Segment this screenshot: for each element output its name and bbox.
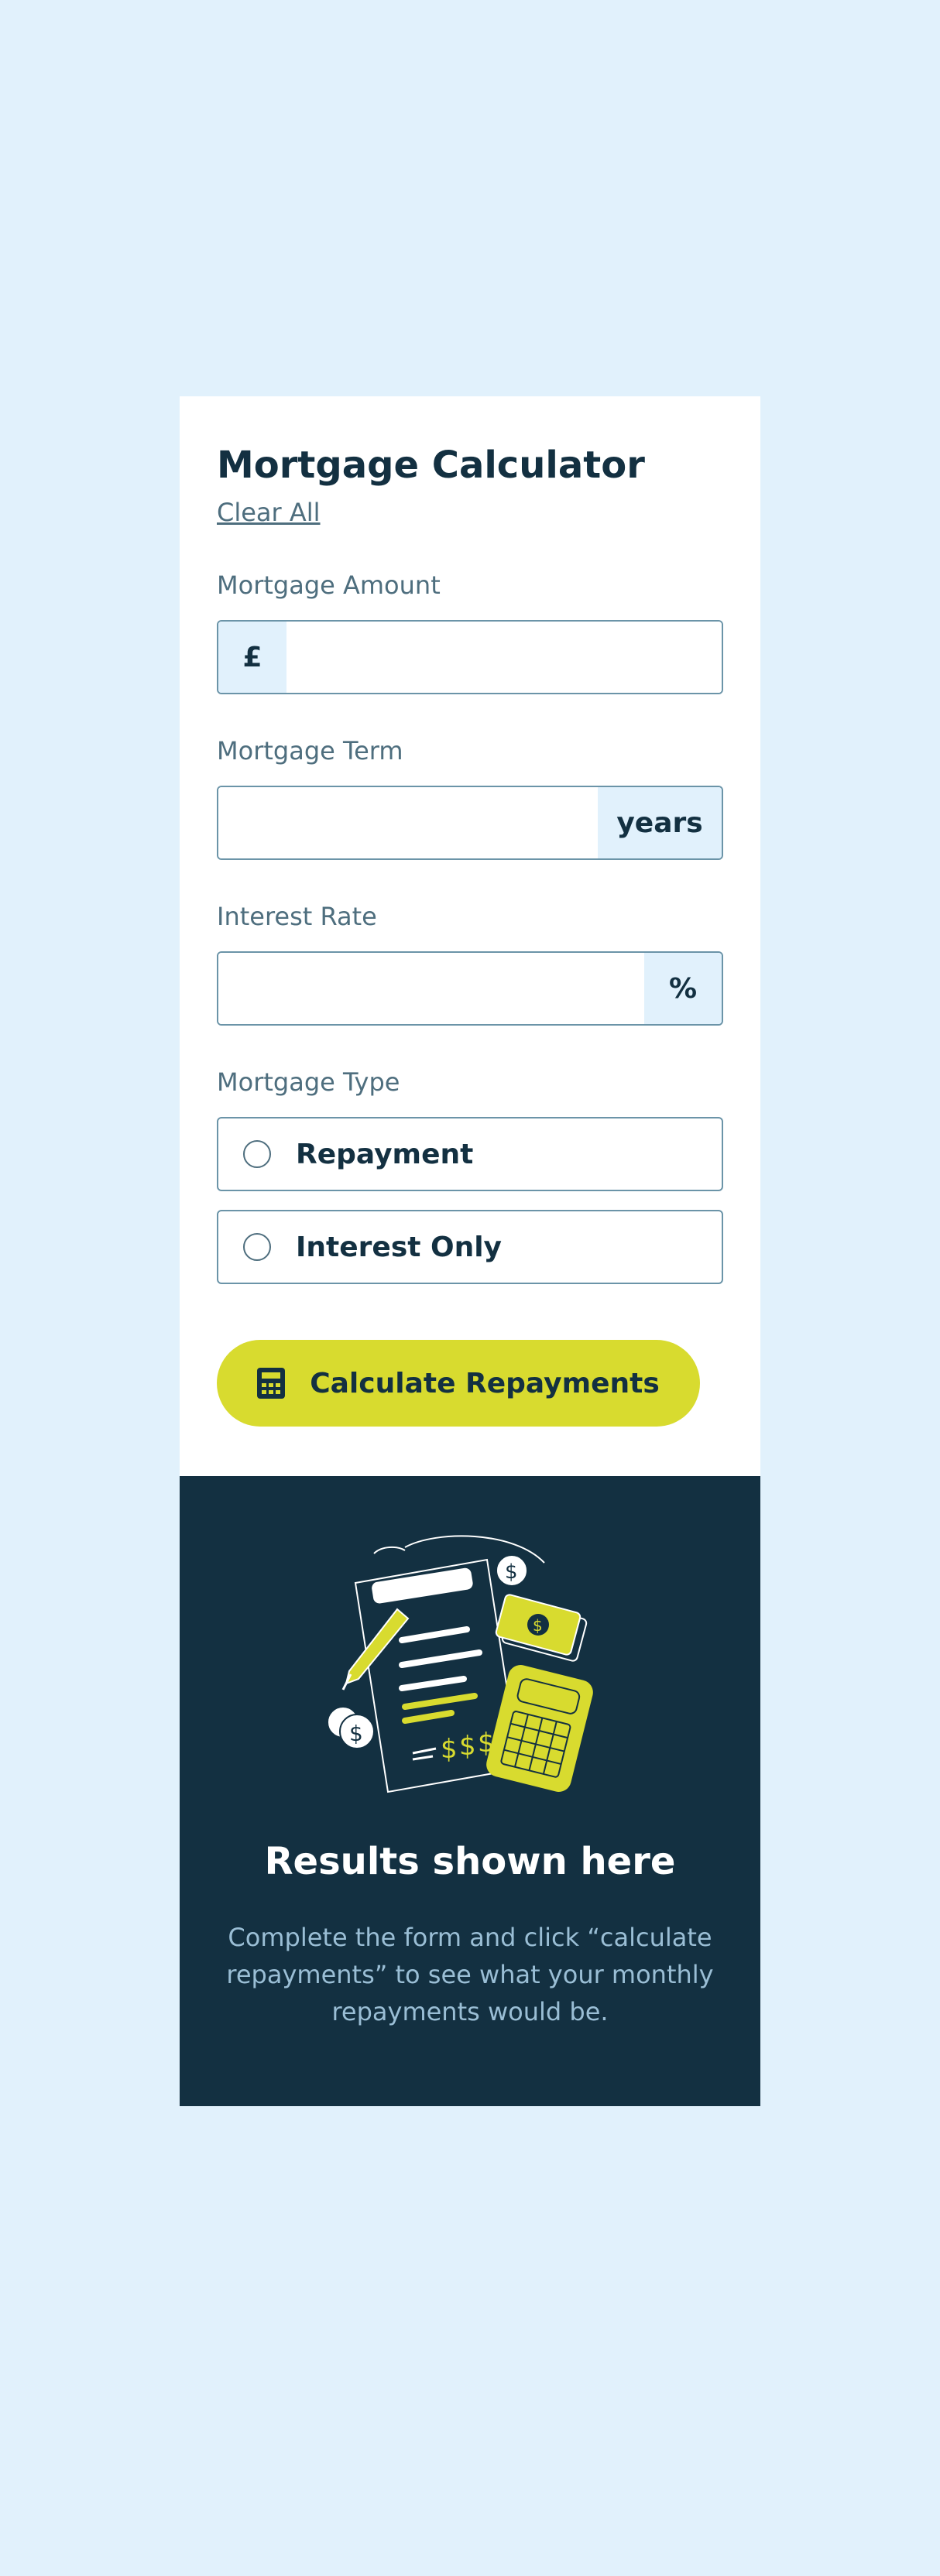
radio-button-interest-only[interactable]: [243, 1233, 271, 1262]
results-description: Complete the form and click “calculate r…: [226, 1923, 714, 2027]
mortgage-term-group: years: [217, 786, 723, 861]
interest-rate-label: Interest Rate: [217, 902, 377, 932]
interest-rate-group: %: [217, 951, 723, 1026]
term-suffix: years: [598, 787, 722, 859]
mortgage-type-label: Mortgage Type: [217, 1067, 400, 1098]
mortgage-calculator-card: Mortgage Calculator Clear All Mortgage A…: [180, 396, 760, 2107]
calculator-icon: [257, 1368, 286, 1399]
radio-label-interest-only: Interest Only: [296, 1231, 503, 1263]
results-panel: $ $ $ $ $ $ Results shown here Complete …: [180, 1476, 760, 2107]
calculate-repayments-button[interactable]: Calculate Repayments: [217, 1340, 700, 1427]
currency-prefix: £: [218, 622, 286, 694]
mortgage-term-input[interactable]: [218, 787, 598, 859]
radio-option-repayment[interactable]: Repayment: [217, 1117, 723, 1192]
svg-text:$: $: [533, 1616, 543, 1635]
calculate-repayments-label: Calculate Repayments: [310, 1367, 660, 1399]
clear-all-link[interactable]: Clear All: [217, 498, 321, 527]
svg-text:$: $: [505, 1560, 518, 1584]
svg-text:$: $: [459, 1731, 476, 1762]
radio-label-repayment: Repayment: [296, 1138, 474, 1170]
radio-option-interest-only[interactable]: Interest Only: [217, 1210, 723, 1285]
results-title: Results shown here: [264, 1840, 676, 1884]
mortgage-amount-label: Mortgage Amount: [217, 570, 441, 601]
interest-rate-input[interactable]: [218, 953, 644, 1025]
mortgage-amount-input[interactable]: [286, 622, 722, 694]
svg-text:$: $: [349, 1721, 363, 1746]
mortgage-amount-group: £: [217, 620, 723, 695]
page-title: Mortgage Calculator: [217, 444, 645, 487]
empty-results-illustration-icon: $ $ $ $ $ $: [328, 1535, 593, 1793]
mortgage-form: Mortgage Calculator Clear All Mortgage A…: [180, 396, 760, 1477]
percent-suffix: %: [644, 953, 722, 1025]
svg-text:$: $: [441, 1734, 458, 1765]
mortgage-term-label: Mortgage Term: [217, 736, 403, 766]
radio-button-repayment[interactable]: [243, 1140, 271, 1169]
